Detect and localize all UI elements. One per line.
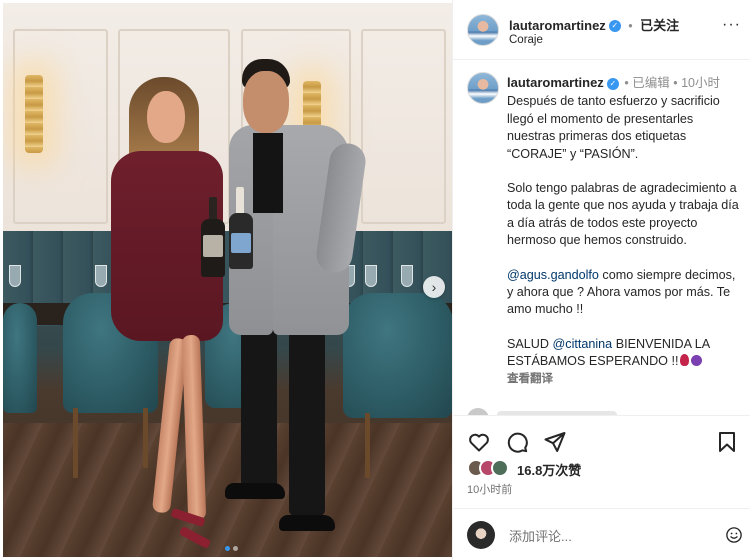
caption-salud: SALUD xyxy=(507,336,553,351)
caption-username[interactable]: lautaromartinez xyxy=(507,75,604,90)
wine-bottle-label xyxy=(203,235,223,257)
caption-text: lautaromartinez ✓ • 已编辑 • 10小时 Después de… xyxy=(507,74,743,388)
wine-glass xyxy=(9,265,21,287)
wine-bottle-label xyxy=(231,233,251,253)
man-shoe xyxy=(279,515,335,531)
wine-glass xyxy=(401,265,413,287)
verified-badge-icon: ✓ xyxy=(608,19,621,32)
post-header: lautaromartinez ✓ • 已关注 Coraje ··· xyxy=(453,0,750,60)
wall-panel xyxy=(361,29,446,224)
caption-paragraph-4: SALUD @cittanina BIENVENIDA LA ESTÁBAMOS… xyxy=(507,336,743,371)
see-translation-link[interactable]: 查看翻译 xyxy=(507,371,743,388)
caption-header: lautaromartinez ✓ • 已编辑 • 10小时 xyxy=(507,74,743,92)
separator-dot: • xyxy=(624,76,629,90)
add-comment-bar xyxy=(453,508,750,560)
following-button[interactable]: 已关注 xyxy=(640,18,679,33)
author-line: lautaromartinez ✓ • 已关注 xyxy=(509,15,679,35)
post-location[interactable]: Coraje xyxy=(509,34,543,46)
chair xyxy=(3,303,37,413)
edited-label: 已编辑 xyxy=(632,76,670,90)
author-avatar[interactable] xyxy=(467,14,499,46)
wine-glass xyxy=(365,265,377,287)
wine-glass xyxy=(95,265,107,287)
man-trousers xyxy=(241,321,277,491)
caption-time: 10小时 xyxy=(681,76,721,90)
rose-emoji-icon xyxy=(680,354,690,367)
man-trousers xyxy=(289,321,325,516)
man-shirt xyxy=(253,133,283,213)
carousel-dot xyxy=(233,546,238,551)
comments-panel[interactable]: lautaromartinez ✓ • 已编辑 • 10小时 Después de… xyxy=(453,60,750,415)
mention-link-agus[interactable]: @agus.gandolfo xyxy=(507,268,599,282)
post-photo[interactable]: › xyxy=(3,3,452,557)
share-send-icon[interactable] xyxy=(543,430,567,454)
verified-badge-icon: ✓ xyxy=(606,77,619,90)
carousel-dots xyxy=(225,546,238,551)
caption-author-avatar[interactable] xyxy=(467,72,499,104)
liker-avatar xyxy=(491,459,509,477)
likes-count[interactable]: 16.8万次赞 xyxy=(517,460,581,479)
viewer-avatar xyxy=(467,521,495,549)
emoji-smile-icon[interactable] xyxy=(725,526,743,544)
caption-paragraph-1: Después de tanto esfuerzo y sacrificio l… xyxy=(507,94,720,161)
next-comment-avatar xyxy=(467,408,489,415)
post-time[interactable]: 10小时前 xyxy=(467,481,512,497)
chair-leg xyxy=(365,413,370,478)
more-options-icon[interactable]: ··· xyxy=(722,16,741,34)
caption-paragraph-3: @agus.gandolfo como siempre decimos, y a… xyxy=(507,267,743,319)
mention-link-cittanina[interactable]: @cittanina xyxy=(553,337,613,351)
heart-icon[interactable] xyxy=(467,430,491,454)
likers-avatars[interactable] xyxy=(467,459,509,477)
post-sidebar: lautaromartinez ✓ • 已关注 Coraje ··· lautar… xyxy=(452,0,750,560)
chair-leg xyxy=(73,408,78,478)
chair xyxy=(343,293,452,418)
carousel-dot-active xyxy=(225,546,230,551)
separator-dot: • xyxy=(628,19,633,33)
man-face xyxy=(243,71,289,133)
wall-lamp xyxy=(25,75,43,153)
add-comment-input[interactable] xyxy=(509,526,699,546)
chair-leg xyxy=(143,408,148,468)
grape-emoji-icon xyxy=(691,355,703,367)
author-username[interactable]: lautaromartinez xyxy=(509,18,606,33)
bookmark-icon[interactable] xyxy=(715,430,739,454)
caption-paragraph-2: Solo tengo palabras de agradecimiento a … xyxy=(507,181,739,248)
carousel-next-button[interactable]: › xyxy=(423,276,445,298)
separator-dot: • xyxy=(673,76,678,90)
comment-bubble-icon[interactable] xyxy=(505,430,529,454)
man-shoe xyxy=(225,483,285,499)
woman-face xyxy=(147,91,185,143)
